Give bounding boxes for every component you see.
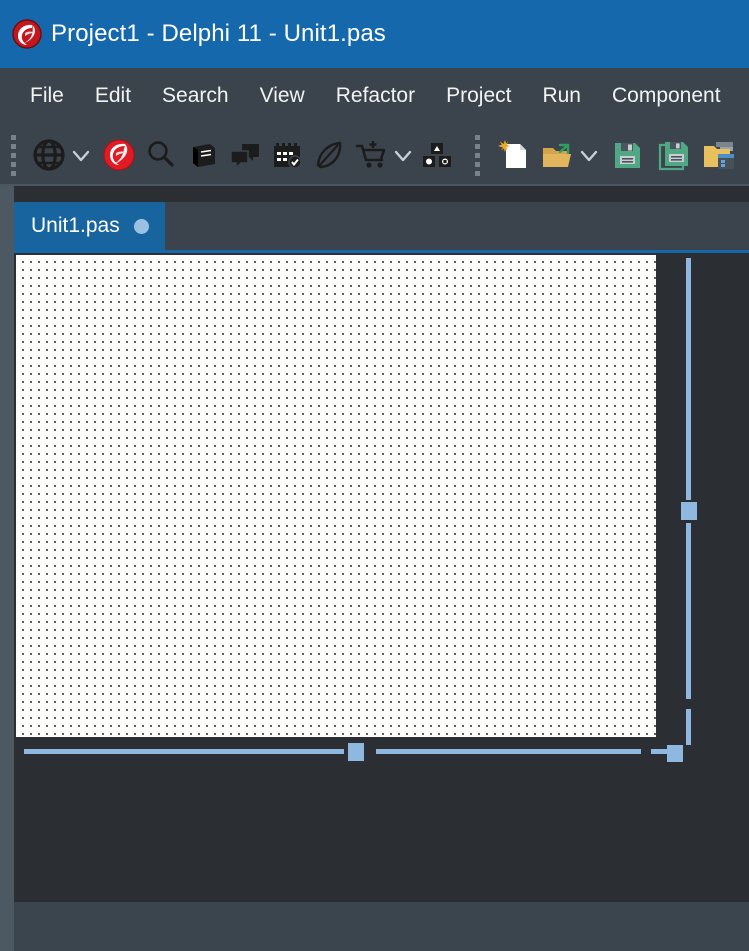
menu-item-search[interactable]: Search [162, 84, 229, 108]
chevron-down-icon [68, 136, 94, 174]
tab-label: Unit1.pas [31, 214, 120, 237]
chevron-down-icon [390, 136, 416, 174]
bottom-dock-panel [14, 902, 749, 951]
cart-plus-icon [352, 136, 390, 174]
delphi-helmet-icon [12, 19, 42, 49]
main-toolbar [0, 124, 749, 186]
designer-top-accent [14, 250, 749, 253]
editor-tab-bar: Unit1.pas [14, 202, 749, 250]
grip-handle-icon[interactable] [470, 132, 484, 178]
packages-button[interactable] [418, 132, 456, 178]
scroll-corner[interactable] [667, 745, 683, 762]
save-all-button[interactable] [656, 132, 694, 178]
globe-icon [30, 136, 68, 174]
save-all-floppy-icon [656, 136, 694, 174]
search-button[interactable] [142, 132, 180, 178]
chevron-down-icon [576, 136, 602, 174]
packages-blocks-icon [418, 136, 456, 174]
menu-item-component[interactable]: Component [612, 84, 721, 108]
horizontal-scroll-track-right[interactable] [376, 749, 641, 754]
horizontal-scrollbar[interactable] [14, 740, 714, 772]
left-dock-rail [0, 186, 14, 951]
documentation-button[interactable] [184, 132, 222, 178]
chat-bubbles-icon [226, 136, 264, 174]
events-calendar-button[interactable] [268, 132, 306, 178]
open-folder-icon [538, 136, 576, 174]
feather-quill-icon [310, 136, 348, 174]
tab-modified-dot-icon[interactable] [133, 218, 149, 234]
grip-handle-icon[interactable] [6, 132, 20, 178]
community-button[interactable] [226, 132, 264, 178]
tab-unit1-pas[interactable]: Unit1.pas [14, 202, 165, 250]
menu-item-edit[interactable]: Edit [95, 84, 131, 108]
book-icon [184, 136, 222, 174]
save-project-icon [700, 136, 738, 174]
menu-item-run[interactable]: Run [542, 84, 581, 108]
form-designer [14, 250, 749, 902]
blog-feather-button[interactable] [310, 132, 348, 178]
title-bar: Project1 - Delphi 11 - Unit1.pas [0, 0, 749, 68]
vertical-scrollbar[interactable] [673, 254, 705, 754]
horizontal-scroll-thumb[interactable] [348, 743, 364, 761]
save-button[interactable] [608, 132, 646, 178]
menu-item-view[interactable]: View [260, 84, 305, 108]
menu-item-project[interactable]: Project [446, 84, 511, 108]
menu-bar: File Edit Search View Refactor Project R… [0, 68, 749, 124]
vertical-scroll-track-upper[interactable] [686, 258, 691, 500]
vertical-scroll-track-lower[interactable] [686, 523, 691, 699]
new-file-button[interactable] [494, 132, 532, 178]
horizontal-scroll-track-left[interactable] [24, 749, 344, 754]
save-project-button[interactable] [700, 132, 738, 178]
menu-item-refactor[interactable]: Refactor [336, 84, 415, 108]
getit-dropdown-button[interactable] [390, 132, 416, 178]
vertical-scroll-thumb[interactable] [681, 502, 697, 520]
delphi-helmet-icon [100, 136, 138, 174]
open-dropdown-button[interactable] [576, 132, 602, 178]
delphi-welcome-button[interactable] [100, 132, 138, 178]
menu-item-file[interactable]: File [30, 84, 64, 108]
save-floppy-icon [608, 136, 646, 174]
globe-button[interactable] [30, 132, 68, 178]
calendar-check-icon [268, 136, 306, 174]
globe-dropdown-button[interactable] [68, 132, 94, 178]
getit-cart-button[interactable] [352, 132, 390, 178]
window-title: Project1 - Delphi 11 - Unit1.pas [51, 20, 386, 47]
open-file-button[interactable] [538, 132, 576, 178]
delphi-ide-window: Project1 - Delphi 11 - Unit1.pas File Ed… [0, 0, 749, 951]
magnifier-icon [142, 136, 180, 174]
form-design-canvas[interactable] [16, 254, 656, 737]
new-file-icon [494, 136, 532, 174]
